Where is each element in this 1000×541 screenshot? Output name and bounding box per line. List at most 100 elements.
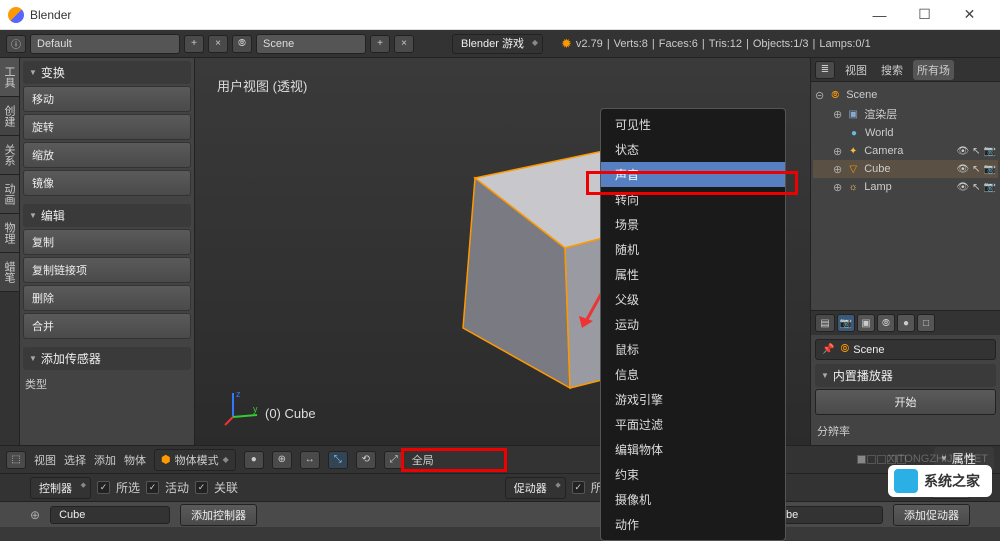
outliner-search-menu[interactable]: 搜索 xyxy=(877,60,907,80)
manipulator-translate-icon[interactable]: ⤡ xyxy=(328,451,348,469)
render-engine-select[interactable]: Blender 游戏 xyxy=(452,34,543,54)
interaction-mode-select[interactable]: ⬢ 物体模式 ◆ xyxy=(154,449,236,471)
tab-relations[interactable]: 关系 xyxy=(0,136,19,175)
actuator-menu-item[interactable]: 运动 xyxy=(601,312,785,337)
viewport-editor-icon[interactable]: ⬚ xyxy=(6,451,26,469)
actuator-menu-item[interactable]: 声音 xyxy=(601,162,785,187)
actuators-dropdown[interactable]: 促动器 xyxy=(505,477,566,499)
properties-editor-icon[interactable]: ▤ xyxy=(815,314,835,332)
orientation-select[interactable]: 全局 xyxy=(412,452,434,468)
render-icon[interactable]: 📷 xyxy=(984,182,996,193)
add-scene-button[interactable]: + xyxy=(370,35,390,53)
screen-layout-field[interactable]: Default xyxy=(30,34,180,54)
pivot-icon[interactable]: ⊕ xyxy=(272,451,292,469)
add-layout-button[interactable]: + xyxy=(184,35,204,53)
cursor-icon[interactable]: ↖ xyxy=(972,164,980,175)
tree-lamp[interactable]: ⊕ ☼ Lamp 👁↖📷 xyxy=(813,178,998,196)
prop-tab-world[interactable]: ● xyxy=(897,314,915,332)
actuator-menu-item[interactable]: 游戏引擎 xyxy=(601,387,785,412)
actuator-menu-item[interactable]: 可见性 xyxy=(601,112,785,137)
stats-lamps: Lamps:0/1 xyxy=(819,38,870,50)
tab-physics[interactable]: 物理 xyxy=(0,214,19,253)
outliner-editor-icon[interactable]: ≣ xyxy=(815,61,835,79)
controller-object-field[interactable]: Cube xyxy=(50,506,170,524)
render-icon[interactable]: 📷 xyxy=(984,164,996,175)
brand-badge: 系统之家 xyxy=(888,465,992,497)
actuator-menu-item[interactable]: 鼠标 xyxy=(601,337,785,362)
manipulator-scale-icon[interactable]: ⤢ xyxy=(384,451,404,469)
actuator-menu-item[interactable]: 编辑物体 xyxy=(601,437,785,462)
mirror-button[interactable]: 镜像 xyxy=(23,170,191,196)
scene-field[interactable]: Scene xyxy=(256,34,366,54)
actuator-menu-item[interactable]: 平面过滤 xyxy=(601,412,785,437)
scene-datablock-field[interactable]: 📌 ⦾ Scene xyxy=(815,339,996,360)
add-controller-button[interactable]: 添加控制器 xyxy=(180,504,257,526)
tree-world[interactable]: ● World xyxy=(813,124,998,142)
actuator-menu-item[interactable]: 场景 xyxy=(601,212,785,237)
tree-renderlayers[interactable]: ⊕ ▣ 渲染层 xyxy=(813,104,998,124)
prop-tab-object[interactable]: □ xyxy=(917,314,935,332)
controllers-act-check[interactable] xyxy=(146,481,159,494)
actuator-menu-item[interactable]: 动作 xyxy=(601,512,785,537)
duplicate-button[interactable]: 复制 xyxy=(23,229,191,255)
tab-create[interactable]: 创建 xyxy=(0,97,19,136)
actuator-menu-item[interactable]: 转向 xyxy=(601,187,785,212)
actuator-menu-item[interactable]: 摄像机 xyxy=(601,487,785,512)
outliner-filter-select[interactable]: 所有场 xyxy=(913,60,954,80)
start-game-button[interactable]: 开始 xyxy=(815,389,996,415)
actuator-menu-item[interactable]: 状态 xyxy=(601,137,785,162)
eye-icon[interactable]: 👁 xyxy=(956,182,969,193)
close-button[interactable]: ✕ xyxy=(947,0,992,30)
delete-button[interactable]: 删除 xyxy=(23,285,191,311)
remove-layout-button[interactable]: × xyxy=(208,35,228,53)
add-actuator-button[interactable]: 添加促动器 xyxy=(893,504,970,526)
actuator-menu-item[interactable]: 属性 xyxy=(601,262,785,287)
manipulator-rotate-icon[interactable]: ⟲ xyxy=(356,451,376,469)
tree-camera[interactable]: ⊕ ✦ Camera 👁↖📷 xyxy=(813,142,998,160)
actuators-sel-check[interactable] xyxy=(572,481,585,494)
panel-edit-header[interactable]: 编辑 xyxy=(23,204,191,227)
rotate-button[interactable]: 旋转 xyxy=(23,114,191,140)
panel-transform-header[interactable]: 变换 xyxy=(23,61,191,84)
prop-tab-render[interactable]: 📷 xyxy=(837,314,855,332)
tab-tools[interactable]: 工具 xyxy=(0,58,19,97)
scene-icon[interactable]: ⦾ xyxy=(232,35,252,53)
prop-tab-scene[interactable]: ⦾ xyxy=(877,314,895,332)
render-icon[interactable]: 📷 xyxy=(984,146,996,157)
logic-header-row: 控制器 所选 活动 关联 促动器 所选 活动 +添 xyxy=(0,473,1000,501)
tree-cube[interactable]: ⊕ ▽ Cube 👁↖📷 xyxy=(813,160,998,178)
panel-add-sensor-header[interactable]: 添加传感器 xyxy=(23,347,191,370)
outliner-view-menu[interactable]: 视图 xyxy=(841,60,871,80)
eye-icon[interactable]: 👁 xyxy=(956,146,969,157)
panel-embedded-player-header[interactable]: 内置播放器 xyxy=(815,364,996,387)
controllers-dropdown[interactable]: 控制器 xyxy=(30,477,91,499)
minimize-button[interactable]: — xyxy=(857,0,902,30)
remove-scene-button[interactable]: × xyxy=(394,35,414,53)
shading-solid-icon[interactable]: ● xyxy=(244,451,264,469)
add-menu[interactable]: 添加 xyxy=(94,452,116,468)
cursor-icon[interactable]: ↖ xyxy=(972,146,980,157)
info-editor-icon[interactable]: ⓘ xyxy=(6,35,26,53)
controllers-sel-check[interactable] xyxy=(97,481,110,494)
select-menu[interactable]: 选择 xyxy=(64,452,86,468)
join-button[interactable]: 合并 xyxy=(23,313,191,339)
tab-greasepencil[interactable]: 蜡笔 xyxy=(0,253,19,292)
maximize-button[interactable]: ☐ xyxy=(902,0,947,30)
actuator-menu-item[interactable]: 约束 xyxy=(601,462,785,487)
pin-icon[interactable]: 📌 xyxy=(822,344,834,355)
actuator-menu-item[interactable]: 信息 xyxy=(601,362,785,387)
prop-tab-renderlayers[interactable]: ▣ xyxy=(857,314,875,332)
actuator-menu-item[interactable]: 父级 xyxy=(601,287,785,312)
duplicate-linked-button[interactable]: 复制链接项 xyxy=(23,257,191,283)
view-menu[interactable]: 视图 xyxy=(34,452,56,468)
manipulator-toggle[interactable]: ↔ xyxy=(300,451,320,469)
actuator-menu-item[interactable]: 随机 xyxy=(601,237,785,262)
cursor-icon[interactable]: ↖ xyxy=(972,182,980,193)
translate-button[interactable]: 移动 xyxy=(23,86,191,112)
controllers-link-check[interactable] xyxy=(195,481,208,494)
scale-button[interactable]: 缩放 xyxy=(23,142,191,168)
object-menu[interactable]: 物体 xyxy=(124,452,146,468)
eye-icon[interactable]: 👁 xyxy=(956,164,969,175)
tree-scene[interactable]: ⊝ ⦾ Scene xyxy=(813,86,998,104)
tab-animation[interactable]: 动画 xyxy=(0,175,19,214)
